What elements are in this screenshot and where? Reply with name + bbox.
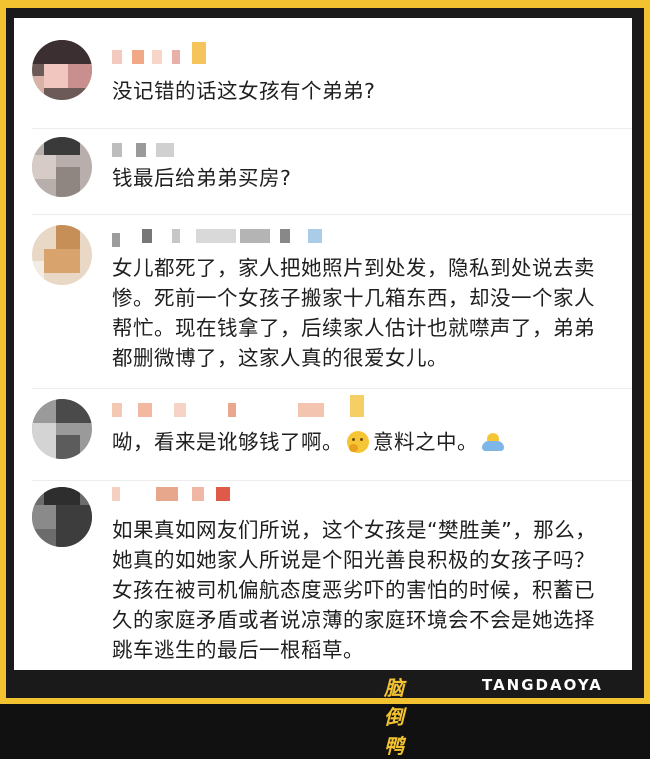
comment-text-part: 呦，看来是讹够钱了啊。 xyxy=(112,430,343,454)
brand-logo-en: TANGDAOYA xyxy=(482,676,603,694)
comment-text: 没记错的话这女孩有个弟弟? xyxy=(112,79,376,103)
username-blurred[interactable] xyxy=(112,395,372,421)
brand-logo-cn: 脑倒鸭 xyxy=(384,676,405,758)
comment-item[interactable]: 呦，看来是讹够钱了啊。 意料之中。 xyxy=(14,389,632,479)
username-blurred[interactable] xyxy=(112,143,192,161)
comment-list[interactable]: 没记错的话这女孩有个弟弟? 钱最后给弟弟买房? 女儿都死了，家人把她照片到处发，… xyxy=(14,18,632,670)
username-blurred[interactable] xyxy=(112,229,332,247)
comment-text-part: 意料之中。 xyxy=(373,430,478,454)
avatar[interactable] xyxy=(32,40,92,100)
comment-item[interactable]: 钱最后给弟弟买房? xyxy=(14,129,632,213)
comment-item[interactable]: 没记错的话这女孩有个弟弟? xyxy=(14,18,632,128)
comment-item[interactable]: 女儿都死了，家人把她照片到处发，隐私到处说去卖惨。死前一个女孩子搬家十几箱东西，… xyxy=(14,215,632,385)
username-blurred[interactable] xyxy=(112,42,252,68)
avatar[interactable] xyxy=(32,225,92,285)
username-blurred[interactable] xyxy=(112,487,252,505)
comment-text: 如果真如网友们所说，这个女孩是“樊胜美”，那么，她真的如她家人所说是个阳光善良积… xyxy=(112,518,597,662)
thinking-face-emoji-icon xyxy=(347,431,369,453)
avatar[interactable] xyxy=(32,399,92,459)
shrug-emoji-icon xyxy=(482,431,504,453)
comment-item[interactable]: 如果真如网友们所说，这个女孩是“樊胜美”，那么，她真的如她家人所说是个阳光善良积… xyxy=(14,481,632,670)
avatar[interactable] xyxy=(32,137,92,197)
comment-text-line: 呦，看来是讹够钱了啊。 意料之中。 xyxy=(112,427,610,457)
comment-text: 女儿都死了，家人把她照片到处发，隐私到处说去卖惨。死前一个女孩子搬家十几箱东西，… xyxy=(112,256,595,370)
avatar[interactable] xyxy=(32,487,92,547)
comment-text: 钱最后给弟弟买房? xyxy=(112,166,292,190)
